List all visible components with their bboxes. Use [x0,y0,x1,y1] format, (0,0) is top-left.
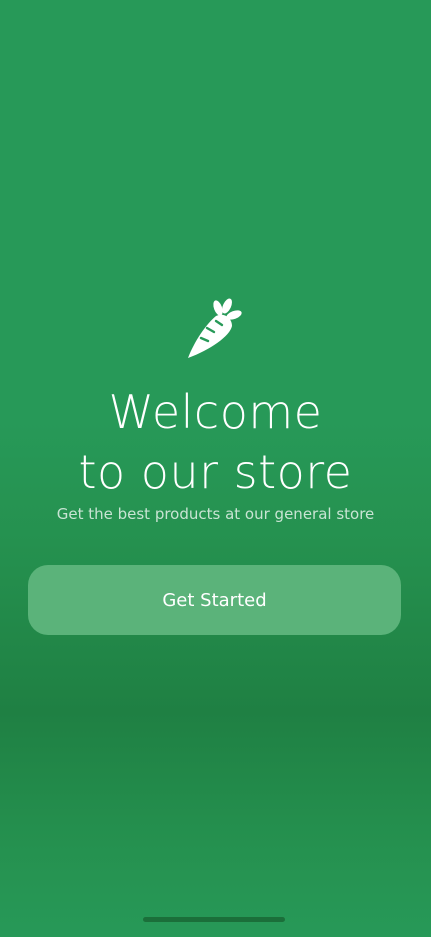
welcome-screen: Welcome to our store Get the best produc… [0,0,431,937]
welcome-title-line2: to our store [78,445,353,499]
get-started-button[interactable]: Get Started [28,565,401,635]
welcome-subtitle: Get the best products at our general sto… [56,505,375,523]
home-indicator[interactable] [143,917,285,922]
get-started-label: Get Started [162,589,267,611]
welcome-title-line1: Welcome [108,385,323,439]
carrot-icon [186,298,242,360]
